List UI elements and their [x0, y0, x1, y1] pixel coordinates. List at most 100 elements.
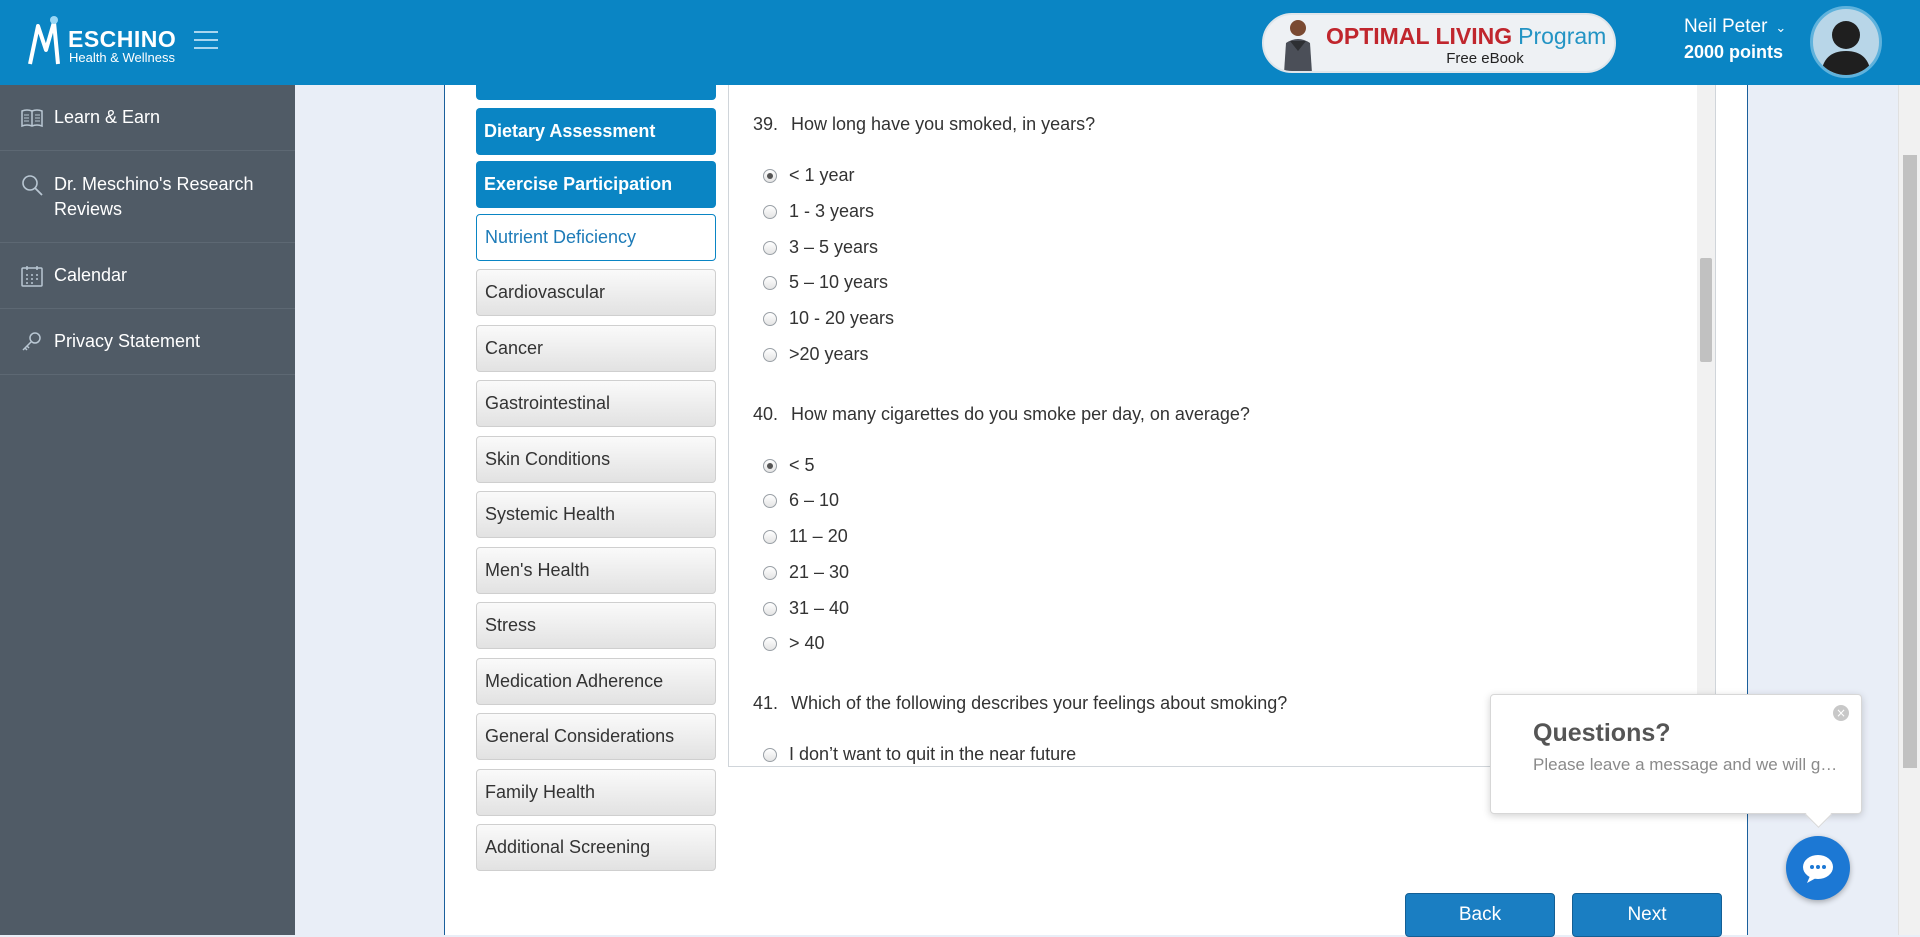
option-label: < 1 year	[789, 165, 855, 185]
category-tab-cancer[interactable]: Cancer	[476, 325, 716, 372]
user-menu[interactable]: Neil Peter ⌄ 2000 points	[1684, 16, 1786, 63]
option-label: 10 - 20 years	[789, 308, 895, 328]
man-figure-icon	[1284, 20, 1312, 71]
close-icon[interactable]: ×	[1833, 705, 1849, 721]
category-tab-gastrointestinal[interactable]: Gastrointestinal	[476, 380, 716, 427]
option-39-3[interactable]: 3 – 5 years	[763, 237, 878, 258]
option-40-1[interactable]: < 5	[763, 455, 815, 476]
user-silhouette-icon	[1821, 21, 1871, 75]
category-label: Dietary Assessment	[484, 121, 656, 141]
category-label: Cardiovascular	[485, 282, 606, 302]
option-40-6[interactable]: > 40	[763, 633, 825, 654]
questions-scroll-area[interactable]: 39. How long have you smoked, in years? <…	[728, 85, 1716, 767]
option-label: 31 – 40	[789, 598, 850, 618]
radio-button[interactable]	[763, 493, 777, 508]
option-40-3[interactable]: 11 – 20	[763, 526, 848, 547]
option-label: 3 – 5 years	[789, 237, 879, 257]
category-tab-stress[interactable]: Stress	[476, 602, 716, 649]
option-label: I don’t want to quit in the near future	[789, 744, 1077, 764]
question-number: 41.	[753, 693, 779, 713]
page-scrollbar-thumb[interactable]	[1903, 155, 1917, 768]
next-button[interactable]: Next	[1572, 893, 1722, 937]
key-icon	[22, 331, 41, 351]
promo-title: OPTIMAL LIVING Program	[1326, 23, 1606, 50]
sidebar-item-label: Dr. Meschino's Research Reviews	[54, 173, 254, 219]
chat-prompt-popup[interactable]: × Questions? Please leave a message and …	[1490, 694, 1862, 814]
sidebar-item-calendar[interactable]: Calendar	[0, 243, 295, 309]
radio-selected[interactable]	[763, 168, 777, 183]
chat-bubble-icon	[1803, 855, 1833, 883]
option-40-2[interactable]: 6 – 10	[763, 490, 839, 511]
logo-tagline: Health & Wellness	[69, 50, 175, 65]
option-39-2[interactable]: 1 - 3 years	[763, 201, 874, 222]
category-tab-family-health[interactable]: Family Health	[476, 769, 716, 816]
category-tab-medication-adherence[interactable]: Medication Adherence	[476, 658, 716, 705]
option-39-4[interactable]: 5 – 10 years	[763, 272, 888, 293]
top-header: ESCHINO Health & Wellness OPTIMAL LIVING…	[0, 0, 1920, 85]
option-label: > 40	[789, 633, 825, 653]
radio-button[interactable]	[763, 240, 777, 255]
radio-button[interactable]	[763, 747, 777, 762]
category-label: Medication Adherence	[485, 671, 664, 691]
menu-toggle-icon[interactable]	[194, 31, 218, 51]
category-tab-skin-conditions[interactable]: Skin Conditions	[476, 436, 716, 483]
radio-button[interactable]	[763, 601, 777, 616]
category-label: Stress	[485, 615, 537, 635]
question-41: 41. Which of the following describes your…	[753, 693, 1287, 714]
radio-button[interactable]	[763, 204, 777, 219]
category-tab-nutrient-deficiency[interactable]: Nutrient Deficiency	[476, 214, 716, 261]
option-label: >20 years	[789, 344, 869, 364]
question-number: 39.	[753, 114, 779, 134]
chat-launcher-button[interactable]	[1786, 836, 1850, 900]
option-label: 1 - 3 years	[789, 201, 875, 221]
category-label: Nutrient Deficiency	[485, 227, 637, 247]
category-label: Cancer	[485, 338, 544, 358]
radio-button[interactable]	[763, 529, 777, 544]
avatar[interactable]	[1810, 6, 1882, 78]
option-39-5[interactable]: 10 - 20 years	[763, 308, 894, 329]
radio-button[interactable]	[763, 347, 777, 362]
question-39: 39. How long have you smoked, in years?	[753, 114, 1095, 135]
sidebar-item-label: Privacy Statement	[54, 331, 201, 351]
search-icon	[22, 174, 43, 196]
option-39-6[interactable]: >20 years	[763, 344, 869, 365]
category-tab-dietary-assessment[interactable]: Dietary Assessment	[476, 108, 716, 155]
calendar-icon	[21, 265, 43, 287]
sidebar-item-label: Calendar	[54, 265, 128, 285]
sidebar-item-learn-earn[interactable]: Learn & Earn	[0, 85, 295, 151]
sidebar-item-privacy-statement[interactable]: Privacy Statement	[0, 309, 295, 375]
sidebar: Learn & Earn Dr. Meschino's Research Rev…	[0, 85, 295, 935]
question-text: How many cigarettes do you smoke per day…	[791, 404, 1250, 424]
promo-subtitle: Free eBook	[1446, 50, 1524, 67]
user-name-row: Neil Peter ⌄	[1684, 16, 1786, 38]
category-label: Systemic Health	[485, 504, 616, 524]
category-tab-additional-screening[interactable]: Additional Screening	[476, 824, 716, 871]
option-41-1[interactable]: I don’t want to quit in the near future	[763, 744, 1076, 765]
promo-title-suffix: Program	[1518, 23, 1607, 49]
radio-button[interactable]	[763, 275, 777, 290]
category-tab-exercise-participation[interactable]: Exercise Participation	[476, 161, 716, 208]
option-40-5[interactable]: 31 – 40	[763, 598, 849, 619]
category-tab-mens-health[interactable]: Men's Health	[476, 547, 716, 594]
back-button[interactable]: Back	[1405, 893, 1555, 937]
radio-button[interactable]	[763, 565, 777, 580]
category-tab-general-considerations[interactable]: General Considerations	[476, 713, 716, 760]
sidebar-item-label: Learn & Earn	[54, 107, 161, 127]
option-40-4[interactable]: 21 – 30	[763, 562, 849, 583]
question-text: Which of the following describes your fe…	[791, 693, 1288, 713]
meschino-logo[interactable]: ESCHINO Health & Wellness	[24, 14, 184, 70]
category-tab-cardiovascular[interactable]: Cardiovascular	[476, 269, 716, 316]
category-label: Gastrointestinal	[485, 393, 611, 413]
questions-scrollbar[interactable]	[1697, 85, 1715, 766]
category-tab-systemic-health[interactable]: Systemic Health	[476, 491, 716, 538]
page-scrollbar[interactable]	[1898, 85, 1920, 935]
option-39-1[interactable]: < 1 year	[763, 165, 855, 186]
questions-scrollbar-thumb[interactable]	[1700, 258, 1712, 362]
option-label: < 5	[789, 455, 815, 475]
category-label: Men's Health	[485, 560, 590, 580]
radio-selected[interactable]	[763, 458, 777, 473]
radio-button[interactable]	[763, 311, 777, 326]
optimal-living-promo-banner[interactable]: OPTIMAL LIVING Program Free eBook	[1262, 13, 1616, 73]
sidebar-item-research-reviews[interactable]: Dr. Meschino's Research Reviews	[0, 151, 295, 243]
radio-button[interactable]	[763, 636, 777, 651]
